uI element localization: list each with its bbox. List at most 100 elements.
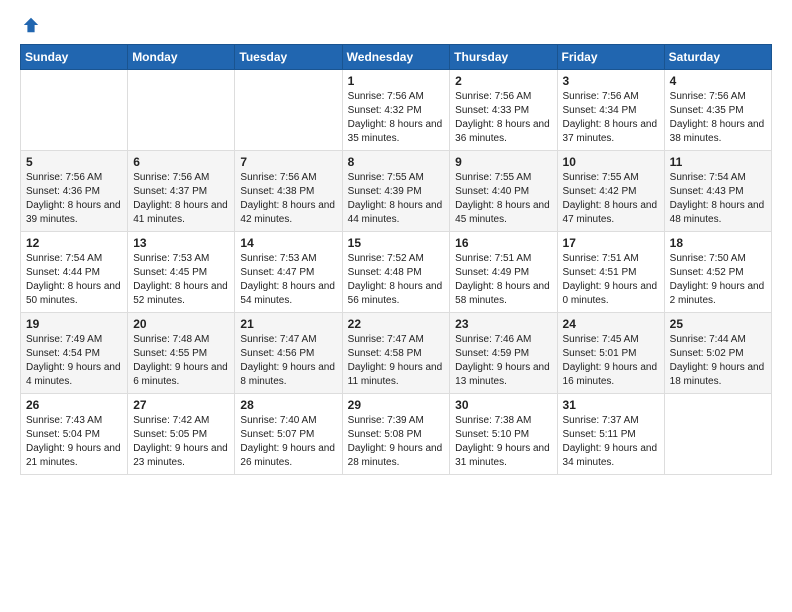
calendar-cell: 28 Sunrise: 7:40 AM Sunset: 5:07 PM Dayli… xyxy=(235,394,342,475)
day-info: Sunrise: 7:55 AM Sunset: 4:42 PM Dayligh… xyxy=(563,171,659,227)
calendar-week-row: 19Sunrise: 7:49 AM Sunset: 4:54 PM Dayli… xyxy=(21,313,772,394)
day-info: Sunrise: 7:51 AM Sunset: 4:49 PM Dayligh… xyxy=(455,252,551,308)
calendar-cell xyxy=(235,70,342,151)
day-number: 6 xyxy=(133,155,229,169)
calendar-cell: 6 Sunrise: 7:56 AM Sunset: 4:37 PM Daylig… xyxy=(128,151,235,232)
day-info: Sunrise: 7:56 AM Sunset: 4:34 PM Dayligh… xyxy=(563,90,659,146)
day-number: 24 xyxy=(563,317,659,331)
day-number: 30 xyxy=(455,398,551,412)
day-info: Sunrise: 7:51 AM Sunset: 4:51 PM Dayligh… xyxy=(563,252,659,308)
day-number: 8 xyxy=(348,155,445,169)
day-info: Sunrise: 7:56 AM Sunset: 4:38 PM Dayligh… xyxy=(240,171,336,227)
day-number: 12 xyxy=(26,236,122,250)
day-number: 29 xyxy=(348,398,445,412)
calendar-cell xyxy=(21,70,128,151)
calendar-cell: 16 Sunrise: 7:51 AM Sunset: 4:49 PM Dayli… xyxy=(450,232,557,313)
calendar-cell: 24 Sunrise: 7:45 AM Sunset: 5:01 PM Dayli… xyxy=(557,313,664,394)
calendar-cell: 5 Sunrise: 7:56 AM Sunset: 4:36 PM Daylig… xyxy=(21,151,128,232)
day-info: Sunrise: 7:50 AM Sunset: 4:52 PM Dayligh… xyxy=(670,252,766,308)
weekday-header-saturday: Saturday xyxy=(664,45,771,70)
day-number: 14 xyxy=(240,236,336,250)
weekday-header-thursday: Thursday xyxy=(450,45,557,70)
day-info: Sunrise: 7:56 AM Sunset: 4:33 PM Dayligh… xyxy=(455,90,551,146)
day-number: 16 xyxy=(455,236,551,250)
day-info: Sunrise: 7:49 AM Sunset: 4:54 PM Dayligh… xyxy=(26,333,122,389)
day-number: 15 xyxy=(348,236,445,250)
calendar-cell xyxy=(664,394,771,475)
day-number: 31 xyxy=(563,398,659,412)
day-info: Sunrise: 7:40 AM Sunset: 5:07 PM Dayligh… xyxy=(240,414,336,470)
calendar-cell: 12 Sunrise: 7:54 AM Sunset: 4:44 PM Dayli… xyxy=(21,232,128,313)
calendar-cell: 27Sunrise: 7:42 AM Sunset: 5:05 PM Dayli… xyxy=(128,394,235,475)
calendar-cell: 13Sunrise: 7:53 AM Sunset: 4:45 PM Dayli… xyxy=(128,232,235,313)
weekday-header-sunday: Sunday xyxy=(21,45,128,70)
day-info: Sunrise: 7:46 AM Sunset: 4:59 PM Dayligh… xyxy=(455,333,551,389)
day-number: 10 xyxy=(563,155,659,169)
calendar-cell xyxy=(128,70,235,151)
day-info: Sunrise: 7:47 AM Sunset: 4:56 PM Dayligh… xyxy=(240,333,336,389)
day-number: 20 xyxy=(133,317,229,331)
day-number: 7 xyxy=(240,155,336,169)
day-number: 11 xyxy=(670,155,766,169)
day-info: Sunrise: 7:53 AM Sunset: 4:45 PM Dayligh… xyxy=(133,252,229,308)
calendar-cell: 10 Sunrise: 7:55 AM Sunset: 4:42 PM Dayli… xyxy=(557,151,664,232)
day-info: Sunrise: 7:54 AM Sunset: 4:44 PM Dayligh… xyxy=(26,252,122,308)
day-info: Sunrise: 7:45 AM Sunset: 5:01 PM Dayligh… xyxy=(563,333,659,389)
calendar-cell: 18 Sunrise: 7:50 AM Sunset: 4:52 PM Dayli… xyxy=(664,232,771,313)
day-number: 22 xyxy=(348,317,445,331)
calendar-cell: 30Sunrise: 7:38 AM Sunset: 5:10 PM Dayli… xyxy=(450,394,557,475)
day-number: 4 xyxy=(670,74,766,88)
day-info: Sunrise: 7:48 AM Sunset: 4:55 PM Dayligh… xyxy=(133,333,229,389)
page: SundayMondayTuesdayWednesdayThursdayFrid… xyxy=(0,0,792,612)
header xyxy=(20,16,772,34)
day-info: Sunrise: 7:56 AM Sunset: 4:36 PM Dayligh… xyxy=(26,171,122,227)
day-info: Sunrise: 7:52 AM Sunset: 4:48 PM Dayligh… xyxy=(348,252,445,308)
weekday-header-tuesday: Tuesday xyxy=(235,45,342,70)
day-info: Sunrise: 7:44 AM Sunset: 5:02 PM Dayligh… xyxy=(670,333,766,389)
calendar-week-row: 12 Sunrise: 7:54 AM Sunset: 4:44 PM Dayli… xyxy=(21,232,772,313)
calendar-cell: 23 Sunrise: 7:46 AM Sunset: 4:59 PM Dayli… xyxy=(450,313,557,394)
day-number: 25 xyxy=(670,317,766,331)
logo-icon xyxy=(22,16,40,34)
day-number: 3 xyxy=(563,74,659,88)
day-number: 21 xyxy=(240,317,336,331)
calendar-cell: 7 Sunrise: 7:56 AM Sunset: 4:38 PM Daylig… xyxy=(235,151,342,232)
calendar-cell: 11 Sunrise: 7:54 AM Sunset: 4:43 PM Dayli… xyxy=(664,151,771,232)
calendar-cell: 4 Sunrise: 7:56 AM Sunset: 4:35 PM Daylig… xyxy=(664,70,771,151)
calendar-cell: 31 Sunrise: 7:37 AM Sunset: 5:11 PM Dayli… xyxy=(557,394,664,475)
day-number: 17 xyxy=(563,236,659,250)
calendar-cell: 25 Sunrise: 7:44 AM Sunset: 5:02 PM Dayli… xyxy=(664,313,771,394)
calendar-cell: 3 Sunrise: 7:56 AM Sunset: 4:34 PM Daylig… xyxy=(557,70,664,151)
calendar-cell: 14 Sunrise: 7:53 AM Sunset: 4:47 PM Dayli… xyxy=(235,232,342,313)
day-number: 28 xyxy=(240,398,336,412)
day-info: Sunrise: 7:56 AM Sunset: 4:37 PM Dayligh… xyxy=(133,171,229,227)
logo xyxy=(20,16,40,34)
day-info: Sunrise: 7:56 AM Sunset: 4:35 PM Dayligh… xyxy=(670,90,766,146)
weekday-header-wednesday: Wednesday xyxy=(342,45,450,70)
calendar-header-row: SundayMondayTuesdayWednesdayThursdayFrid… xyxy=(21,45,772,70)
day-number: 5 xyxy=(26,155,122,169)
calendar-cell: 26Sunrise: 7:43 AM Sunset: 5:04 PM Dayli… xyxy=(21,394,128,475)
calendar-week-row: 1 Sunrise: 7:56 AM Sunset: 4:32 PM Daylig… xyxy=(21,70,772,151)
day-number: 23 xyxy=(455,317,551,331)
day-info: Sunrise: 7:47 AM Sunset: 4:58 PM Dayligh… xyxy=(348,333,445,389)
calendar-cell: 21 Sunrise: 7:47 AM Sunset: 4:56 PM Dayli… xyxy=(235,313,342,394)
calendar-cell: 20 Sunrise: 7:48 AM Sunset: 4:55 PM Dayli… xyxy=(128,313,235,394)
calendar-week-row: 5 Sunrise: 7:56 AM Sunset: 4:36 PM Daylig… xyxy=(21,151,772,232)
calendar-week-row: 26Sunrise: 7:43 AM Sunset: 5:04 PM Dayli… xyxy=(21,394,772,475)
calendar-cell: 29Sunrise: 7:39 AM Sunset: 5:08 PM Dayli… xyxy=(342,394,450,475)
day-number: 18 xyxy=(670,236,766,250)
day-info: Sunrise: 7:54 AM Sunset: 4:43 PM Dayligh… xyxy=(670,171,766,227)
day-info: Sunrise: 7:56 AM Sunset: 4:32 PM Dayligh… xyxy=(348,90,445,146)
day-info: Sunrise: 7:53 AM Sunset: 4:47 PM Dayligh… xyxy=(240,252,336,308)
day-info: Sunrise: 7:55 AM Sunset: 4:40 PM Dayligh… xyxy=(455,171,551,227)
day-info: Sunrise: 7:55 AM Sunset: 4:39 PM Dayligh… xyxy=(348,171,445,227)
weekday-header-friday: Friday xyxy=(557,45,664,70)
calendar-cell: 17 Sunrise: 7:51 AM Sunset: 4:51 PM Dayli… xyxy=(557,232,664,313)
day-info: Sunrise: 7:37 AM Sunset: 5:11 PM Dayligh… xyxy=(563,414,659,470)
day-info: Sunrise: 7:43 AM Sunset: 5:04 PM Dayligh… xyxy=(26,414,122,470)
day-number: 9 xyxy=(455,155,551,169)
calendar-cell: 1 Sunrise: 7:56 AM Sunset: 4:32 PM Daylig… xyxy=(342,70,450,151)
calendar-cell: 19Sunrise: 7:49 AM Sunset: 4:54 PM Dayli… xyxy=(21,313,128,394)
day-number: 1 xyxy=(348,74,445,88)
